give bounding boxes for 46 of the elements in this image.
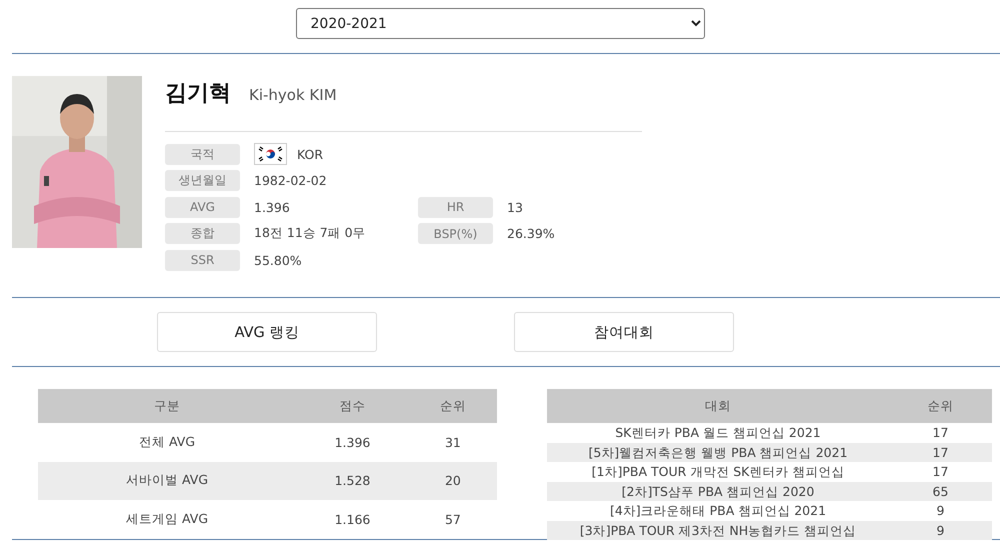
table-cell: 1.396 <box>296 423 409 462</box>
table-cell-text: 57 <box>444 511 462 530</box>
table-cell: 20 <box>408 462 497 500</box>
field-value: 1982-02-02 <box>254 173 327 188</box>
player-name-english: Ki-hyok KIM <box>249 86 337 104</box>
column-header: 순위 <box>408 389 497 423</box>
player-name: 김기혁 <box>165 80 231 108</box>
season-select[interactable]: 2020-2021 <box>296 8 704 39</box>
field-value: 1.396 <box>254 200 290 215</box>
flag-icon <box>254 143 287 166</box>
table-cell: [5차]웰컴저축은행 웰뱅 PBA 챔피언십 2021 <box>547 442 889 462</box>
field-label: SSR <box>165 250 240 271</box>
table-cell: 서바이벌 AVG <box>38 462 296 500</box>
field-value: 55.80% <box>254 252 302 268</box>
table-cell: 9 <box>889 501 992 520</box>
field-label: 생년월일 <box>165 170 240 192</box>
table-cell: 17 <box>889 442 992 462</box>
table-cell: 9 <box>889 520 992 540</box>
field-label: 국적 <box>165 144 240 165</box>
field-value: 26.39% <box>506 226 555 242</box>
field-value: KOR <box>297 146 324 162</box>
table-cell: 전체 AVG <box>38 423 296 462</box>
table-cell: [3차]PBA TOUR 제3차전 NH농협카드 챔피언십 <box>547 520 889 540</box>
field-label: HR <box>418 196 493 218</box>
table-cell: 17 <box>889 462 992 482</box>
table-cell: [2차]TS샴푸 PBA 챔피언십 2020 <box>547 482 889 501</box>
field-label: 종합 <box>165 223 240 244</box>
table-cell: SK렌터카 PBA 월드 챔피언십 2021 <box>547 423 889 442</box>
table-cell-text: 1.166 <box>334 511 372 530</box>
table-cell: 1.528 <box>296 462 409 500</box>
table-cell: [1차]PBA TOUR 개막전 SK렌터카 챔피언십 <box>547 462 889 482</box>
table-cell: 17 <box>889 423 992 442</box>
table-cell-text: 세트게임 AVG <box>125 510 210 528</box>
field-value: 18전 11승 7패 0무 <box>254 225 366 242</box>
section-button[interactable]: 참여대회 <box>514 312 734 352</box>
column-header: 구분 <box>38 389 296 423</box>
section-button[interactable]: AVG 랭킹 <box>157 312 377 352</box>
column-header: 순위 <box>889 389 992 423</box>
table-cell: 65 <box>889 482 992 501</box>
column-header: 점수 <box>296 389 409 423</box>
field-value: 13 <box>506 200 523 215</box>
column-header: 대회 <box>547 389 889 423</box>
table-cell: [4차]크라운해태 PBA 챔피언십 2021 <box>547 501 889 520</box>
table-cell: 31 <box>408 423 497 462</box>
field-label: BSP(%) <box>418 223 493 244</box>
field-label: AVG <box>165 196 240 218</box>
